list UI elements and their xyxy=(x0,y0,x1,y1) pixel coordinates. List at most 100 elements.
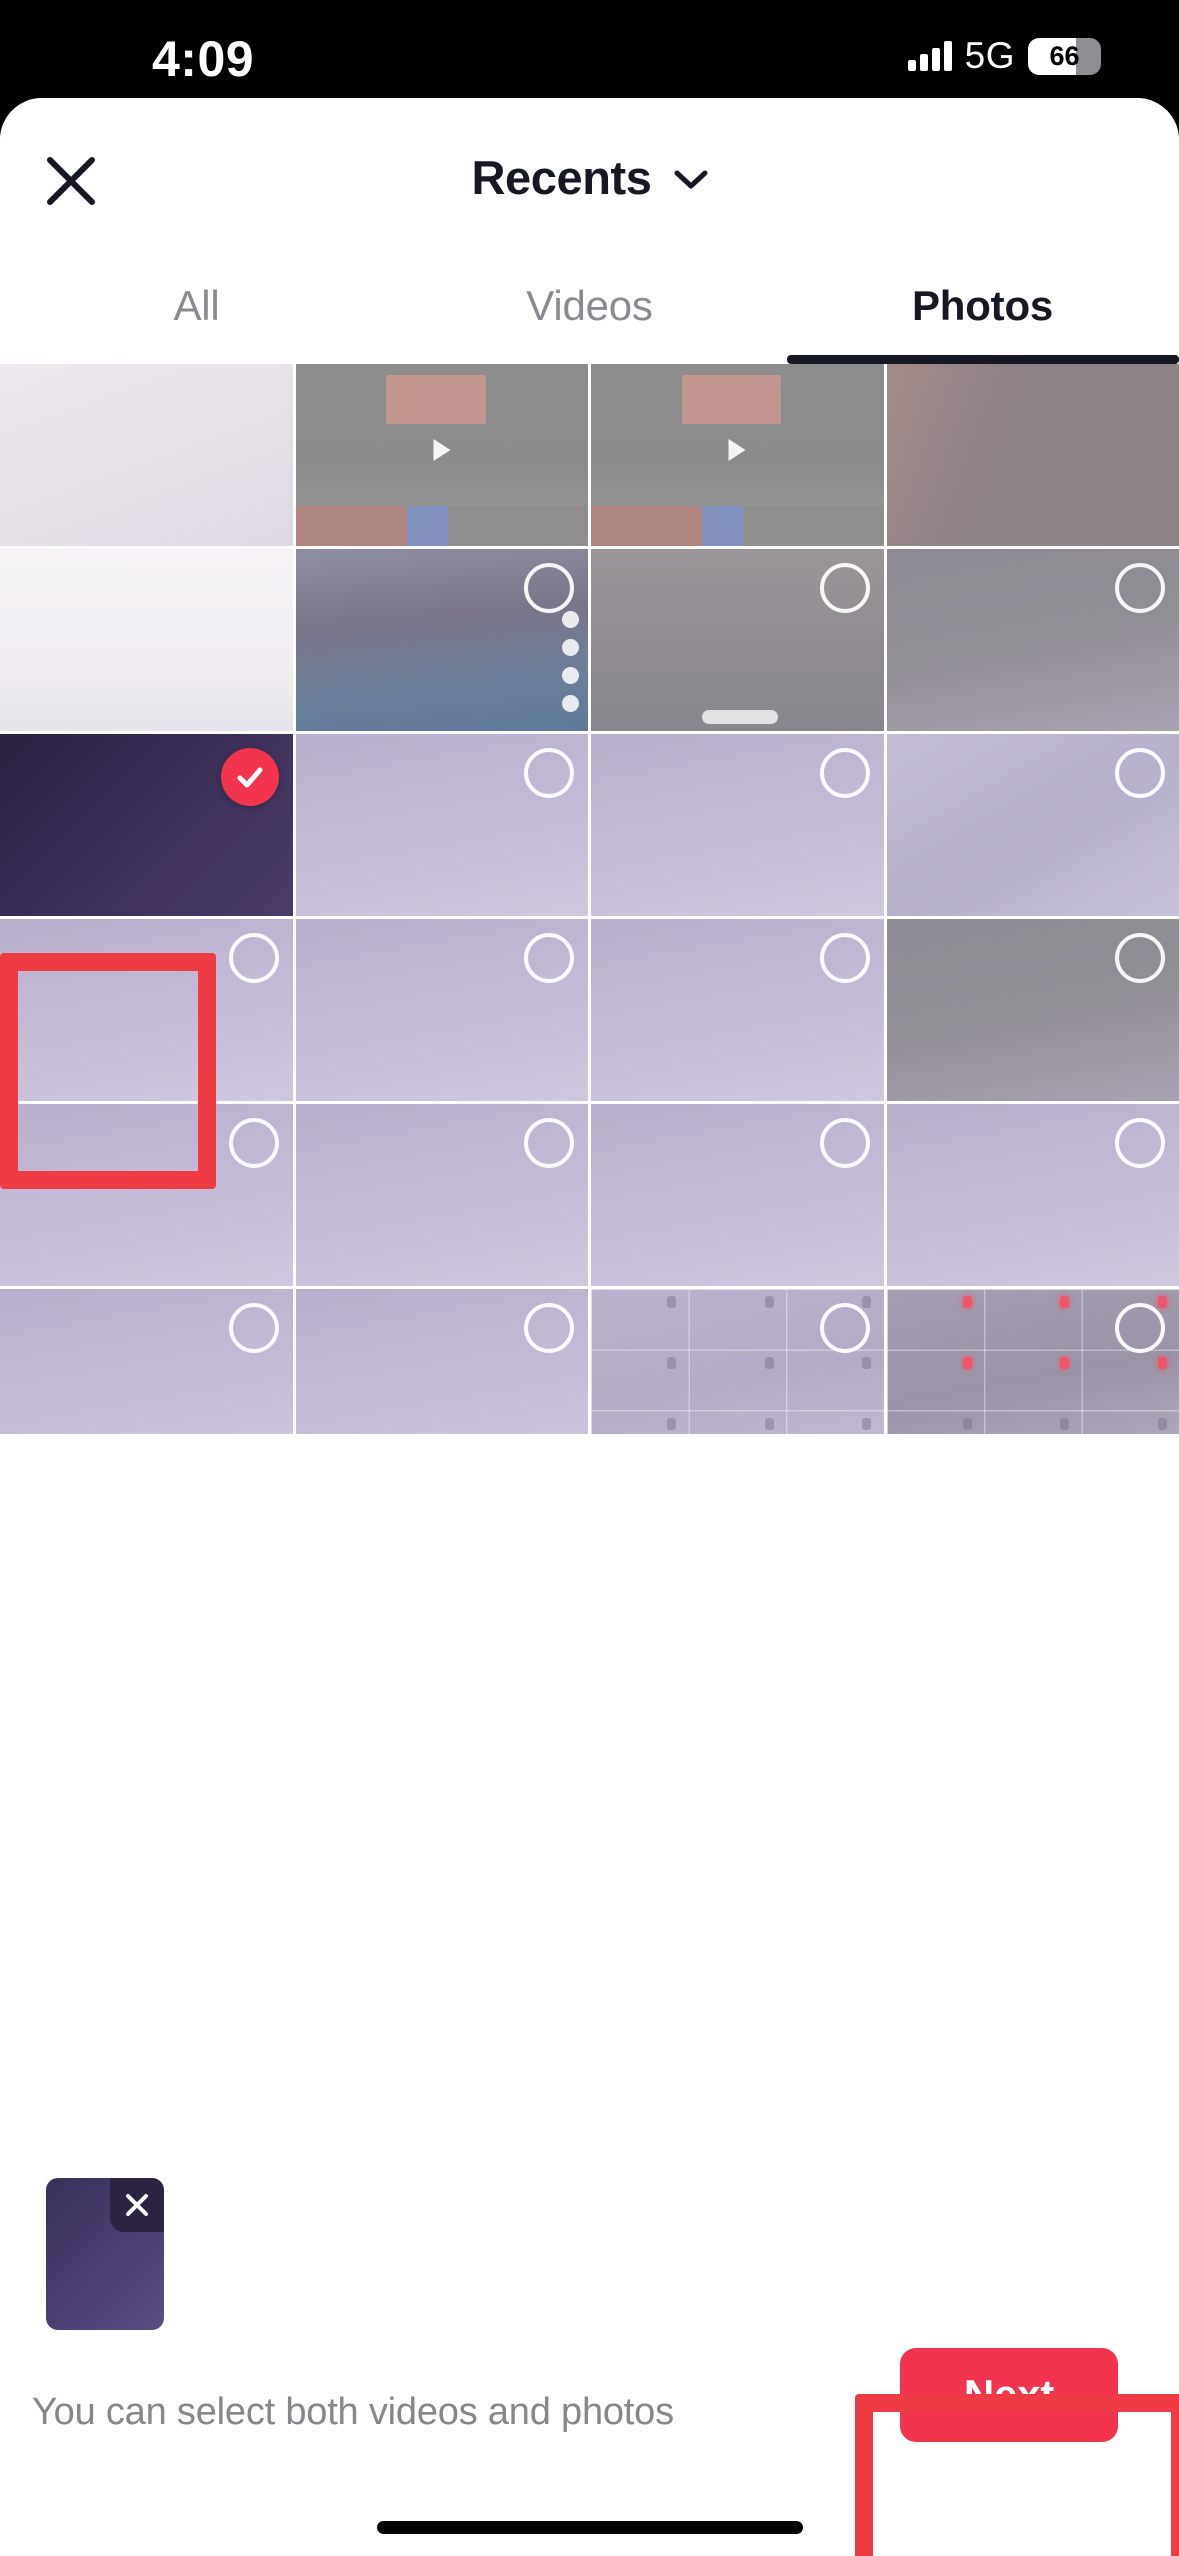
selection-circle[interactable] xyxy=(524,1303,574,1353)
tile-badge-icon xyxy=(764,1356,774,1369)
tile-badge-icon xyxy=(1157,1356,1167,1369)
media-thumbnail xyxy=(295,364,588,546)
media-thumbnail xyxy=(0,364,293,546)
media-grid-item[interactable] xyxy=(0,1289,293,1434)
tile-badge-icon xyxy=(667,1296,677,1309)
selection-circle[interactable] xyxy=(524,563,574,613)
album-selector[interactable]: Recents xyxy=(0,142,1179,212)
selection-circle[interactable] xyxy=(524,1118,574,1168)
selection-check-badge[interactable] xyxy=(220,748,279,806)
media-grid-item[interactable] xyxy=(295,734,588,916)
media-grid-item[interactable] xyxy=(886,1289,1179,1434)
selection-circle[interactable] xyxy=(819,1303,870,1353)
media-grid-item[interactable] xyxy=(591,919,884,1101)
remove-selection-button[interactable] xyxy=(110,2178,164,2232)
play-icon xyxy=(433,438,451,461)
tile-badge-icon xyxy=(962,1296,972,1309)
page-title: Recents xyxy=(471,150,652,204)
selection-circle[interactable] xyxy=(524,748,574,798)
camera-mode-pill xyxy=(702,710,779,724)
selection-circle[interactable] xyxy=(1115,748,1165,798)
media-grid-item[interactable] xyxy=(295,1289,588,1434)
media-grid-item[interactable] xyxy=(295,919,588,1101)
selected-media-preview[interactable] xyxy=(46,2178,164,2330)
tile-badge-icon xyxy=(1060,1296,1070,1309)
tile-badge-icon xyxy=(1157,1296,1167,1309)
status-bar: 4:09 5G 66 xyxy=(0,0,1179,98)
battery-percent-label: 66 xyxy=(1049,40,1080,71)
media-grid-item[interactable] xyxy=(295,1104,588,1286)
media-grid-item[interactable] xyxy=(295,364,588,546)
tab-all-label: All xyxy=(173,282,220,329)
selection-hint-text: You can select both videos and photos xyxy=(32,2391,674,2433)
selection-circle[interactable] xyxy=(1115,933,1165,983)
close-icon xyxy=(126,2194,148,2216)
phone-screen: 4:09 5G 66 Recents All Videos Photos You… xyxy=(0,0,1179,2556)
tile-badge-icon xyxy=(667,1356,677,1369)
media-grid-item[interactable] xyxy=(0,919,293,1101)
selection-circle[interactable] xyxy=(228,1303,279,1353)
cellular-bars-icon xyxy=(907,41,952,71)
media-grid-item[interactable] xyxy=(0,734,293,916)
media-grid-item[interactable] xyxy=(591,734,884,916)
media-grid-item[interactable] xyxy=(591,1104,884,1286)
selection-circle[interactable] xyxy=(819,563,870,613)
media-grid-item[interactable] xyxy=(886,734,1179,916)
selection-circle[interactable] xyxy=(1115,1118,1165,1168)
active-tab-underline xyxy=(786,355,1179,364)
tile-badge-icon xyxy=(962,1417,972,1430)
next-button[interactable]: Next xyxy=(900,2348,1118,2442)
tab-all[interactable]: All xyxy=(0,248,393,364)
media-thumbnail xyxy=(0,549,293,731)
tile-badge-icon xyxy=(962,1356,972,1369)
media-grid-item[interactable] xyxy=(591,549,884,731)
selection-circle[interactable] xyxy=(228,933,279,983)
tile-badge-icon xyxy=(764,1296,774,1309)
selection-circle[interactable] xyxy=(1115,563,1165,613)
media-thumbnail xyxy=(886,364,1179,546)
sheet-header: Recents xyxy=(0,98,1179,248)
media-grid-item[interactable] xyxy=(0,1104,293,1286)
media-grid-item[interactable] xyxy=(591,1289,884,1434)
network-type-label: 5G xyxy=(964,35,1015,76)
media-grid-item[interactable] xyxy=(591,364,884,546)
status-bar-indicators: 5G 66 xyxy=(907,34,1101,78)
media-grid-item[interactable] xyxy=(886,364,1179,546)
media-type-tabs: All Videos Photos xyxy=(0,248,1179,364)
battery-icon: 66 xyxy=(1028,37,1101,75)
tile-badge-icon xyxy=(862,1356,872,1369)
bottom-action-bar: You can select both videos and photos Ne… xyxy=(0,2154,1179,2556)
selection-circle[interactable] xyxy=(524,933,574,983)
tile-badge-icon xyxy=(764,1417,774,1430)
tile-badge-icon xyxy=(862,1296,872,1309)
selection-circle[interactable] xyxy=(1115,1303,1165,1353)
tile-badge-icon xyxy=(1060,1417,1070,1430)
media-grid-item[interactable] xyxy=(886,1104,1179,1286)
media-grid-item[interactable] xyxy=(0,364,293,546)
media-grid-item[interactable] xyxy=(0,549,293,731)
media-grid-item[interactable] xyxy=(886,919,1179,1101)
tab-videos-label: Videos xyxy=(526,282,653,329)
media-grid-item[interactable] xyxy=(295,549,588,731)
tile-badge-icon xyxy=(667,1417,677,1430)
media-grid-item[interactable] xyxy=(886,549,1179,731)
tile-badge-icon xyxy=(862,1417,872,1430)
selection-circle[interactable] xyxy=(228,1118,279,1168)
tile-badge-icon xyxy=(1060,1356,1070,1369)
media-picker-sheet: Recents All Videos Photos You can select… xyxy=(0,98,1179,2556)
selection-circle[interactable] xyxy=(819,748,870,798)
selection-circle[interactable] xyxy=(819,1118,870,1168)
tab-videos[interactable]: Videos xyxy=(393,248,786,364)
tab-photos[interactable]: Photos xyxy=(786,248,1179,364)
status-bar-time: 4:09 xyxy=(152,31,255,87)
media-grid xyxy=(0,364,1179,1434)
tab-photos-label: Photos xyxy=(911,282,1054,329)
play-icon xyxy=(728,438,746,461)
chevron-down-icon xyxy=(674,170,708,189)
tile-badge-icon xyxy=(1157,1417,1167,1430)
video-action-icons xyxy=(562,610,579,712)
media-thumbnail xyxy=(591,364,884,546)
selection-circle[interactable] xyxy=(819,933,870,983)
check-icon xyxy=(237,767,262,788)
home-indicator xyxy=(376,2521,803,2534)
